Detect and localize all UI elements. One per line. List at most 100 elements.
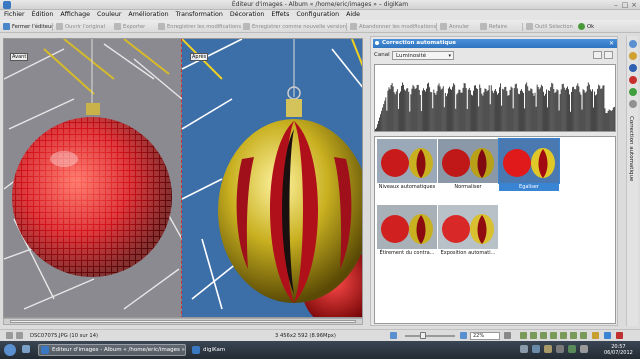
scrollbar-thumb[interactable] [10, 320, 356, 323]
sidebar-tab-auto-correction[interactable]: Correction automatique [628, 116, 634, 181]
histogram-bar [427, 83, 428, 131]
redo-button[interactable]: Refaire [480, 22, 507, 31]
tray-updates-icon[interactable] [580, 345, 588, 353]
menu-fichier[interactable]: Fichier [0, 10, 28, 18]
ok-check-icon[interactable] [604, 332, 611, 339]
close-editor-button[interactable]: Fermer l'éditeur [3, 22, 53, 31]
menu-configuration[interactable]: Configuration [292, 10, 342, 18]
zoom-in-icon[interactable] [460, 332, 467, 339]
histogram-bar [512, 108, 514, 131]
thumb-exposition-automatique[interactable]: Exposition automati... [438, 205, 498, 257]
zoom-slider-track[interactable] [405, 335, 455, 337]
task-image-editor[interactable]: Éditeur d'images - Album « /home/eric/im… [38, 344, 186, 356]
panel-close-icon[interactable]: ✕ [609, 39, 614, 48]
save-new-version-button[interactable]: Enregistrer comme nouvelle version [243, 22, 346, 31]
minimize-icon[interactable]: – [612, 1, 620, 9]
thumb-image [377, 139, 437, 183]
previous-image-icon[interactable] [16, 332, 23, 339]
task-digikam[interactable]: digiKam [190, 344, 240, 356]
underexposure-icon[interactable] [520, 332, 527, 339]
cancel-icon[interactable] [616, 332, 623, 339]
first-image-icon[interactable] [6, 332, 13, 339]
histogram-bar [479, 84, 481, 131]
compare-before-icon[interactable] [560, 332, 567, 339]
colors-icon[interactable] [629, 76, 637, 84]
histogram-bar [524, 108, 526, 131]
compare-split-icon[interactable] [580, 332, 587, 339]
window-title: Éditeur d'images - Album « /home/eric/im… [231, 1, 409, 8]
tray-network-icon[interactable] [532, 345, 540, 353]
kde-menu-icon[interactable] [4, 344, 16, 356]
tray-notifications-icon[interactable] [544, 345, 552, 353]
save-changes-button[interactable]: Enregistrer les modifications [158, 22, 241, 31]
menu-amelioration[interactable]: Amélioration [124, 10, 171, 18]
thumb-normaliser[interactable]: Normaliser [438, 139, 498, 191]
properties-icon[interactable] [629, 40, 637, 48]
ok-button[interactable]: Ok [578, 22, 594, 31]
versions-icon[interactable] [629, 88, 637, 96]
overexposure-icon[interactable] [530, 332, 537, 339]
tool-selection-button[interactable]: Outil Sélection [526, 22, 573, 31]
histogram-bar [522, 91, 523, 131]
histogram-bar [413, 86, 415, 131]
channel-select[interactable]: Luminosité ▾ [392, 51, 454, 60]
color-managed-view-icon[interactable] [540, 332, 547, 339]
histogram-bar [513, 88, 515, 131]
horizontal-scrollbar[interactable] [3, 318, 363, 325]
tray-volume-icon[interactable] [556, 345, 564, 353]
metadata-icon[interactable] [629, 52, 637, 60]
histogram-bar [503, 89, 505, 131]
histogram-bar [416, 84, 418, 131]
compare-after-icon[interactable] [570, 332, 577, 339]
menu-decoration[interactable]: Décoration [226, 10, 268, 18]
histogram-bar [533, 95, 535, 131]
histogram-bar [394, 94, 396, 131]
tray-battery-icon[interactable] [568, 345, 576, 353]
histogram-bar [491, 90, 493, 131]
geolocation-icon[interactable] [629, 64, 637, 72]
image-canvas[interactable]: Avant Après [3, 38, 363, 318]
menu-edition[interactable]: Édition [28, 10, 57, 18]
clock[interactable]: 20:57 06/07/2012 [604, 344, 633, 356]
histogram-bar [537, 87, 539, 131]
thumb-etirement-contraste[interactable]: Étirement du contra... [377, 205, 437, 257]
discard-icon [350, 23, 357, 30]
export-button[interactable]: Exporter [114, 22, 145, 31]
zoom-slider-handle[interactable] [420, 332, 426, 339]
histogram-bar [600, 88, 602, 131]
menu-aide[interactable]: Aide [342, 10, 363, 18]
thumb-egaliser[interactable]: Égaliser [498, 138, 560, 191]
thumb-image [438, 205, 498, 249]
discard-changes-button[interactable]: Abandonner les modifications [350, 22, 436, 31]
thumb-niveaux-automatiques[interactable]: Niveaux automatiques [377, 139, 437, 191]
histogram-bar [418, 89, 420, 131]
histogram-bar [425, 91, 426, 131]
menu-affichage[interactable]: Affichage [56, 10, 93, 18]
taskbar: Éditeur d'images - Album « /home/eric/im… [0, 341, 640, 359]
desktop-icon[interactable] [22, 345, 30, 353]
zoom-out-icon[interactable] [390, 332, 397, 339]
toolbar-separator [522, 23, 523, 31]
zoom-level-field[interactable]: 22% [470, 332, 500, 340]
preview-mode-icon[interactable] [592, 332, 599, 339]
histogram-bar [558, 110, 560, 131]
soft-proofing-icon[interactable] [550, 332, 557, 339]
export-icon [114, 23, 121, 30]
zoom-fit-icon[interactable] [504, 332, 511, 339]
tray-clipboard-icon[interactable] [520, 345, 528, 353]
menu-transformation[interactable]: Transformation [172, 10, 226, 18]
maximize-icon[interactable]: □ [621, 1, 629, 9]
menu-couleur[interactable]: Couleur [93, 10, 124, 18]
histogram-bar [438, 83, 440, 131]
histogram-bar [504, 87, 506, 131]
linear-scale-icon[interactable] [593, 51, 602, 59]
redo-icon [480, 23, 487, 30]
log-scale-icon[interactable] [604, 51, 613, 59]
close-window-icon[interactable]: × [630, 1, 638, 9]
undo-button[interactable]: Annuler [440, 22, 469, 31]
open-original-button[interactable]: Ouvrir l'original [56, 22, 105, 31]
menu-effets[interactable]: Effets [267, 10, 292, 18]
tools-icon[interactable] [629, 100, 637, 108]
split-divider[interactable] [181, 39, 182, 317]
histogram-bar [389, 89, 391, 131]
